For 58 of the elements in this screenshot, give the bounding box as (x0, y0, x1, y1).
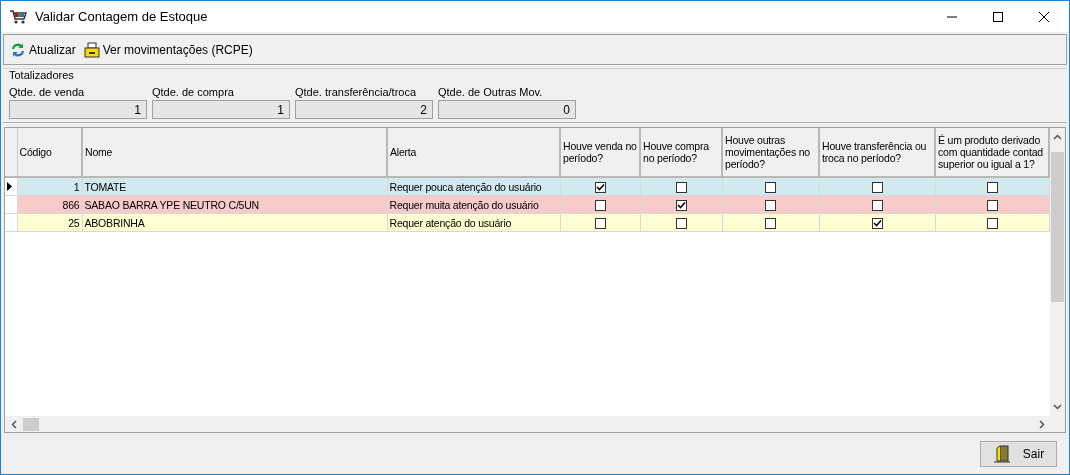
maximize-icon[interactable] (993, 11, 1003, 22)
window-title: Validar Contagem de Estoque (35, 9, 209, 24)
checkbox[interactable] (765, 181, 776, 193)
toolbar-button[interactable]: Atualizar (8, 39, 78, 60)
column-header[interactable]: Houve venda no período? (560, 128, 640, 177)
column-header[interactable]: Código (17, 128, 82, 177)
checkbox[interactable] (871, 217, 883, 229)
column-header[interactable]: Houve transferência ou troca no período? (819, 128, 935, 177)
table-cell: 25 (17, 213, 82, 232)
column-header[interactable]: Nome (82, 128, 387, 177)
table-cell: Requer pouca atenção do usuário (387, 177, 560, 196)
cart-icon (9, 8, 27, 25)
field-label: Qtde. de Outras Mov. (438, 85, 544, 100)
toolbar-button[interactable]: Ver movimentações (RCPE) (81, 39, 255, 60)
checkbox[interactable] (986, 181, 998, 193)
scroll-right-icon[interactable] (1039, 419, 1045, 429)
checkbox[interactable] (871, 181, 883, 193)
checkbox[interactable] (594, 199, 606, 211)
close-icon[interactable] (1039, 11, 1049, 22)
scroll-down-icon[interactable] (1053, 404, 1062, 410)
checkbox[interactable] (986, 217, 998, 229)
table-cell: Requer muita atenção do usuário (387, 195, 560, 214)
scroll-thumb[interactable] (23, 417, 39, 431)
table-cell: TOMATE (82, 177, 387, 196)
checkbox[interactable] (675, 199, 687, 211)
refresh-icon (10, 41, 26, 58)
checkbox[interactable] (594, 217, 606, 229)
checkbox[interactable] (594, 181, 606, 193)
group-title: Totalizadores (9, 68, 75, 82)
scroll-thumb[interactable] (1051, 152, 1064, 302)
checkbox[interactable] (986, 199, 998, 211)
readonly-field: 1 (9, 100, 147, 119)
column-header[interactable]: É um produto derivado com quantidade contad superior ou igual a 1? (935, 128, 1049, 177)
table-cell: 1 (17, 177, 82, 196)
field-label: Qtde. de venda (9, 85, 86, 100)
checkbox[interactable] (765, 199, 776, 211)
checkbox[interactable] (675, 217, 687, 229)
checkbox[interactable] (675, 181, 687, 193)
field-label: Qtde. de compra (152, 85, 235, 100)
horizontal-scrollbar[interactable] (5, 416, 1065, 432)
table-cell: SABAO BARRA YPE NEUTRO C/5UN (82, 195, 387, 214)
table-cell: 866 (17, 195, 82, 214)
field-label: Qtde. transferência/troca (295, 85, 418, 100)
door-icon (992, 443, 1013, 464)
table-cell: Requer atenção do usuário (387, 213, 560, 232)
readonly-field: 2 (295, 100, 433, 119)
checkbox[interactable] (871, 199, 883, 211)
vertical-scrollbar[interactable] (1050, 128, 1065, 416)
column-header[interactable]: Alerta (387, 128, 560, 177)
readonly-field: 0 (438, 100, 576, 119)
readonly-field: 1 (152, 100, 290, 119)
column-header[interactable]: Houve compra no período? (640, 128, 722, 177)
exit-button[interactable]: Sair (980, 440, 1057, 467)
table-cell: ABOBRINHA (82, 213, 387, 232)
scroll-left-icon[interactable] (11, 419, 17, 429)
checkbox[interactable] (765, 217, 776, 229)
column-header[interactable]: Houve outras movimentações no período? (722, 128, 819, 177)
scroll-up-icon[interactable] (1053, 134, 1062, 140)
